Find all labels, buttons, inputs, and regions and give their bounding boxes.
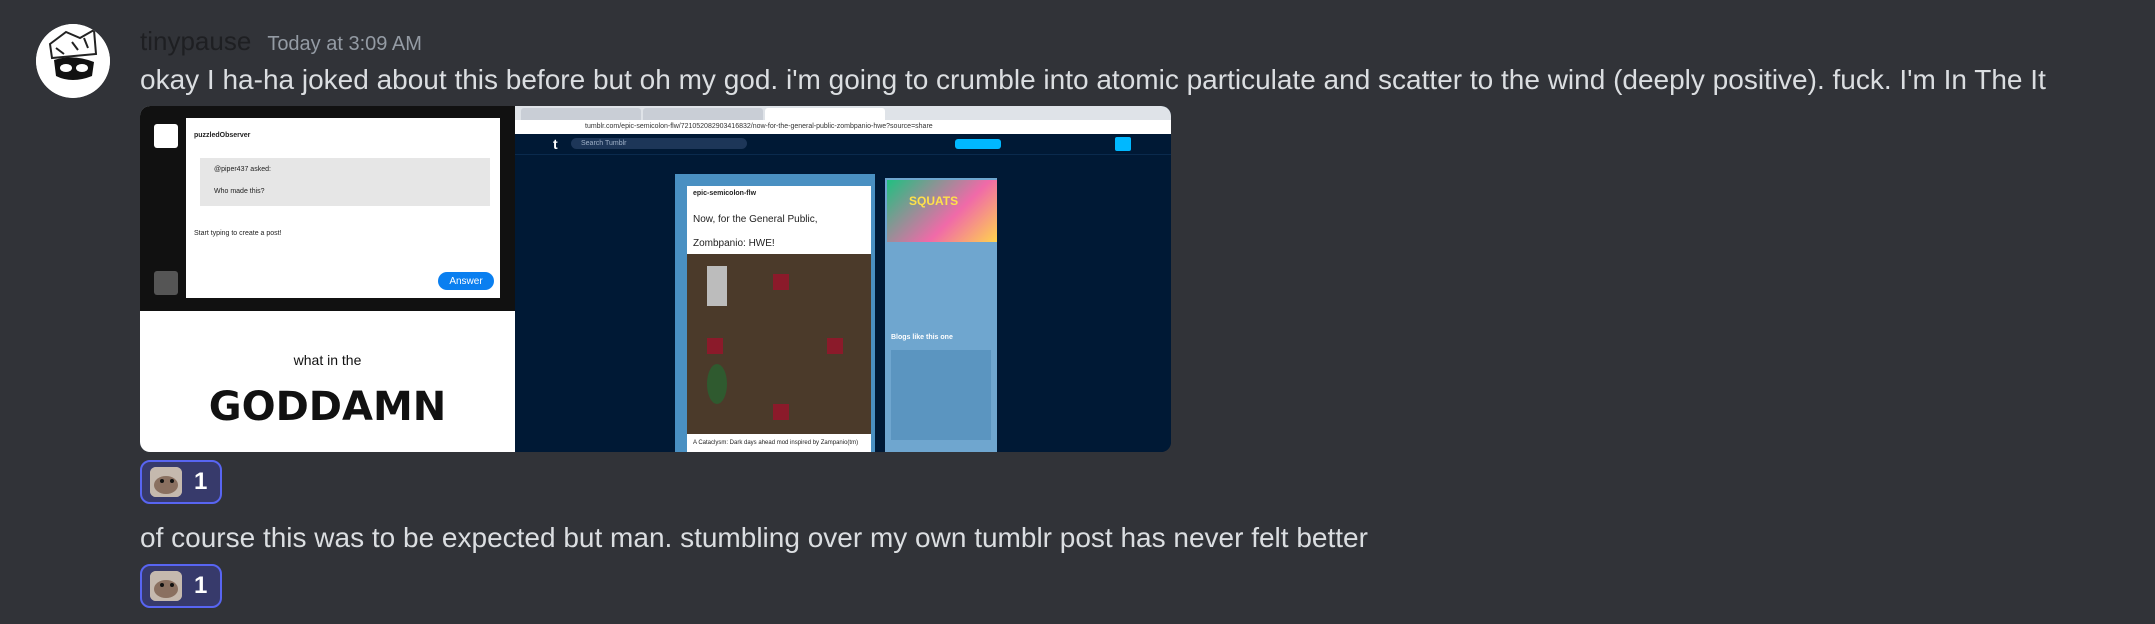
- browser-url: tumblr.com/epic-semicolon-flw/7210520829…: [585, 123, 933, 130]
- custom-emoji-icon: [150, 467, 182, 497]
- meme-image: puzzledObserver @piper437 asked: Who mad…: [140, 106, 515, 452]
- message-text: okay I ha-ha joked about this before but…: [140, 64, 2046, 95]
- timestamp[interactable]: Today at 3:09 AM: [267, 33, 422, 56]
- post-line2: Zombpanio: HWE!: [693, 238, 775, 249]
- banner-text: SQUATS: [909, 194, 959, 208]
- tumblr-logo-icon: t: [553, 136, 558, 152]
- tumblr-search: Search Tumblr: [571, 138, 747, 149]
- browser-url-bar: tumblr.com/epic-semicolon-flw/7210520829…: [515, 120, 1171, 135]
- post-line1: Now, for the General Public,: [693, 214, 818, 225]
- custom-emoji-icon: [150, 571, 182, 601]
- post-author: epic-semicolon-flw: [693, 190, 757, 197]
- followup-reaction-button[interactable]: 1: [140, 564, 222, 608]
- browser-screenshot: tumblr.com/epic-semicolon-flw/7210520829…: [515, 106, 1171, 452]
- meme-top-text: what in the: [293, 352, 362, 368]
- blog-banner: SQUATS: [887, 180, 997, 242]
- username[interactable]: tinypause: [140, 26, 251, 57]
- user-avatar-icon: [154, 271, 178, 295]
- tumblr-nav: t Search Tumblr: [515, 134, 1171, 155]
- answer-button: Answer: [438, 272, 494, 290]
- followup-message-text: of course this was to be expected but ma…: [140, 522, 1368, 553]
- meme-bottom-text: GODDAMN: [208, 384, 447, 430]
- ask-handle: @piper437 asked:: [214, 166, 271, 173]
- ask-user: puzzledObserver: [194, 132, 251, 139]
- ask-avatar-icon: [154, 124, 178, 148]
- ask-question: Who made this?: [214, 188, 265, 195]
- sidebar-heading: Blogs like this one: [891, 334, 953, 341]
- message-header: tinypause Today at 3:09 AM: [140, 26, 422, 62]
- post-caption: A Cataclysm: Dark days ahead mod inspire…: [693, 440, 859, 446]
- ask-card: puzzledObserver @piper437 asked: Who mad…: [186, 118, 500, 298]
- image-attachment[interactable]: puzzledObserver @piper437 asked: Who mad…: [140, 106, 1171, 452]
- meme-screenshot: puzzledObserver @piper437 asked: Who mad…: [140, 106, 515, 311]
- reaction-button[interactable]: 1: [140, 460, 222, 504]
- ask-quote: @piper437 asked: Who made this?: [200, 158, 490, 206]
- game-screenshot: [687, 254, 871, 434]
- browser-tabs: [515, 106, 1171, 120]
- ask-prompt: Start typing to create a post!: [194, 230, 282, 237]
- avatar[interactable]: [36, 24, 110, 98]
- tumblr-search-placeholder: Search Tumblr: [581, 140, 627, 147]
- reaction-count: 1: [194, 468, 208, 495]
- reaction-count: 1: [194, 572, 208, 599]
- compose-icon: [1115, 137, 1131, 151]
